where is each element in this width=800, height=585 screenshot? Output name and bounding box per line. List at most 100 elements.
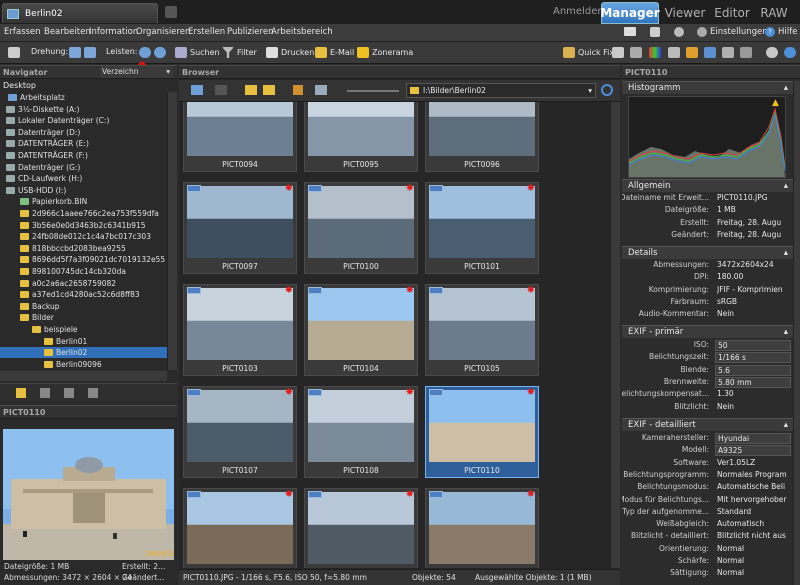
thumbnail-size-slider[interactable] <box>347 90 399 92</box>
frame-button[interactable] <box>722 47 737 58</box>
view-select[interactable]: Verzeichn ▾ <box>100 66 173 78</box>
tree-item[interactable]: 3½-Diskette (A:) <box>0 104 167 115</box>
tree-item[interactable]: Bilder <box>0 312 167 323</box>
thumbnail[interactable]: ✸ PICT0108 <box>304 386 418 478</box>
favorites-tab-icon[interactable] <box>40 388 50 398</box>
document-tab[interactable]: Berlin02 <box>2 3 158 23</box>
folder-up-icon[interactable] <box>245 85 257 95</box>
tab-raw[interactable]: RAW <box>756 2 792 24</box>
resize-button[interactable] <box>630 47 645 58</box>
tab-editor[interactable]: Editor <box>710 2 754 24</box>
tree-item[interactable]: Backup <box>0 301 167 312</box>
print-button[interactable]: Drucken <box>266 47 314 58</box>
panel-toggle-2[interactable] <box>154 47 169 58</box>
tools-button[interactable] <box>766 47 781 58</box>
tree-item[interactable]: Datenträger (G:) <box>0 162 167 173</box>
thumbnail[interactable]: ✸ PICT0104 <box>304 284 418 376</box>
exif-primary-section[interactable]: EXIF - primär ▴ <box>622 325 793 338</box>
tree-item[interactable]: Arbeitsplatz <box>0 92 167 103</box>
thumbnail[interactable]: ✸ PICT0103 <box>183 284 297 376</box>
menu-erstellen[interactable]: Erstellen <box>188 27 225 37</box>
rotate-left-button[interactable] <box>69 47 84 58</box>
effects-button[interactable] <box>686 47 701 58</box>
thumbnail[interactable]: ✸ PICT0101 <box>425 182 539 274</box>
info-value[interactable]: 5.80 mm <box>715 376 791 388</box>
search-button[interactable]: Suchen <box>175 47 220 58</box>
levels-button[interactable] <box>668 47 683 58</box>
back-icon[interactable] <box>191 85 203 95</box>
view-mode-icon[interactable] <box>315 85 327 95</box>
tree-item[interactable]: CD-Laufwerk (H:) <box>0 173 167 184</box>
tab-manager[interactable]: Manager <box>600 2 660 24</box>
info-scrollbar[interactable] <box>793 81 800 585</box>
tree-item[interactable]: DATENTRÄGER (F:) <box>0 150 167 161</box>
sign-in-link[interactable]: Anmelden <box>553 6 604 17</box>
mail-icon[interactable] <box>624 27 636 36</box>
path-input[interactable]: I:\Bilder\Berlin02 ▾ <box>406 83 596 98</box>
tree-item[interactable]: 898100745dc14cb320da <box>0 266 167 277</box>
tree-item[interactable]: 818bbccbd2083bea9255 <box>0 243 167 254</box>
rotate-right-button[interactable] <box>84 47 99 58</box>
new-tab-icon[interactable] <box>165 6 177 18</box>
details-section[interactable]: Details ▴ <box>622 246 793 259</box>
thumbnail[interactable]: ✸ <box>425 488 539 568</box>
tree-item[interactable]: 3b56e0e0d3463b2c6341b915 <box>0 220 167 231</box>
tree-item[interactable]: a0c2a6ac2658759082 <box>0 278 167 289</box>
menu-arbeitsbereich[interactable]: Arbeitsbereich <box>271 27 333 37</box>
filter-button[interactable]: Filter <box>222 47 257 58</box>
catalog-tab-icon[interactable] <box>64 388 74 398</box>
account-icon[interactable] <box>674 27 684 37</box>
picture-button[interactable] <box>704 47 719 58</box>
quickfix-button[interactable]: Quick Fix <box>563 47 614 58</box>
general-section[interactable]: Allgemein ▴ <box>622 179 793 192</box>
menu-erfassen[interactable]: Erfassen <box>4 27 41 37</box>
crop-button[interactable] <box>612 47 627 58</box>
exif-detail-section[interactable]: EXIF - detailliert ▴ <box>622 418 793 431</box>
thumbnail[interactable]: ✸ PICT0097 <box>183 182 297 274</box>
info-value[interactable]: Hyundai <box>715 433 791 444</box>
refresh-icon[interactable] <box>601 84 613 96</box>
tab-viewer[interactable]: Viewer <box>662 2 708 24</box>
tree-item[interactable]: Berlin01 <box>0 336 167 347</box>
thumbnail[interactable]: ✸ <box>183 488 297 568</box>
tree-item[interactable]: DATENTRÄGER (E:) <box>0 138 167 149</box>
camera-button[interactable] <box>8 47 23 58</box>
email-button[interactable]: E-Mail <box>315 47 354 58</box>
tree-item[interactable]: Papierkorb.BIN <box>0 196 167 207</box>
help-button[interactable]: Hilfe <box>778 27 797 37</box>
tree-item[interactable]: Berlin02 <box>0 347 167 359</box>
tree-item[interactable]: beispiele <box>0 324 167 335</box>
new-folder-icon[interactable] <box>263 85 275 95</box>
thumbnail[interactable]: ✸PICT0094 <box>183 102 297 172</box>
tree-hscrollbar[interactable] <box>0 371 167 381</box>
thumbnail[interactable]: ✸ <box>304 488 418 568</box>
histogram-section[interactable]: Histogramm ▴ <box>622 81 793 94</box>
info-value[interactable]: 50 <box>715 340 791 351</box>
forward-icon[interactable] <box>215 85 227 95</box>
folders-tab-icon[interactable] <box>16 388 26 398</box>
thumbnail[interactable]: ✸ PICT0105 <box>425 284 539 376</box>
tree-item[interactable]: 24fb08de012c1c4a7bc017c303 <box>0 231 167 242</box>
monitor-icon[interactable] <box>650 27 660 37</box>
thumbnail[interactable]: ✸PICT0096 <box>425 102 539 172</box>
tree-item[interactable]: Lokaler Datenträger (C:) <box>0 115 167 126</box>
tree-root[interactable]: Desktop <box>3 81 36 90</box>
thumbnail[interactable]: ✸ PICT0100 <box>304 182 418 274</box>
tree-item[interactable]: Berlin09096 <box>0 359 167 370</box>
menu-bearbeiten[interactable]: Bearbeiten <box>44 27 91 37</box>
refresh-button[interactable] <box>784 47 799 58</box>
zonerama-button[interactable]: Zonerama <box>357 47 413 58</box>
tree-item[interactable]: 2d966c1aaee766c2ea753f559dfa <box>0 208 167 219</box>
tree-scrollbar[interactable] <box>167 92 177 370</box>
thumbnail[interactable]: ✸PICT0095 <box>304 102 418 172</box>
menu-organisieren[interactable]: Organisieren <box>136 27 190 37</box>
settings-button[interactable]: Einstellungen <box>710 27 768 37</box>
more-tools-button[interactable] <box>740 47 755 58</box>
browser-scrollbar[interactable] <box>610 102 620 568</box>
menu-publizieren[interactable]: Publizieren <box>227 27 273 37</box>
tree-item[interactable]: USB-HDD (I:) <box>0 185 167 196</box>
menu-information[interactable]: Information <box>89 27 138 37</box>
tree-item[interactable]: Datenträger (D:) <box>0 127 167 138</box>
tree-item[interactable]: 8696dd5f7a3f09021dc7019132e55 <box>0 254 167 265</box>
tree-item[interactable]: a37ed1cd4280ac52c6d8ff83 <box>0 289 167 300</box>
